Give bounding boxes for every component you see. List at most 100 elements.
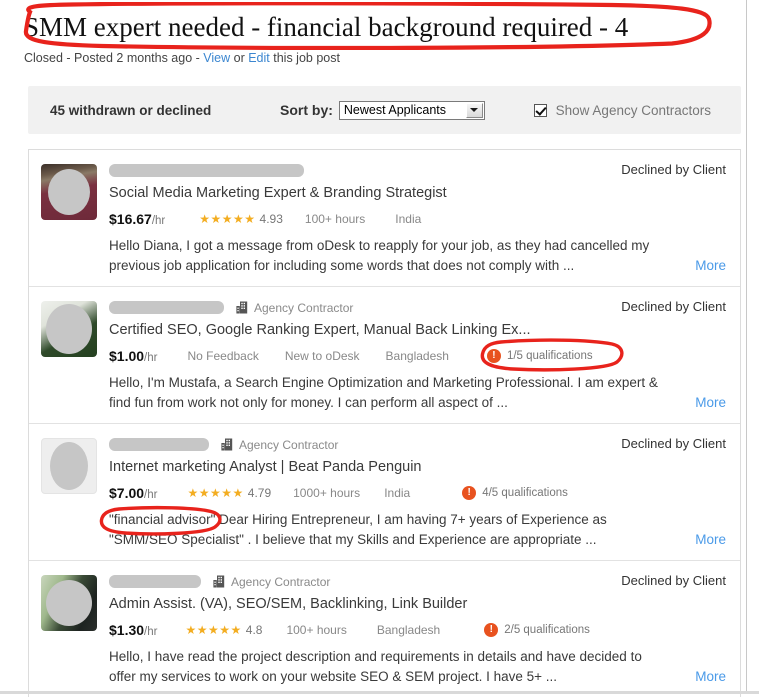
applicant-headline[interactable]: Admin Assist. (VA), SEO/SEM, Backlinking… bbox=[109, 595, 726, 614]
applicant-headline[interactable]: Internet marketing Analyst | Beat Panda … bbox=[109, 458, 726, 477]
country-label: India bbox=[384, 485, 411, 500]
building-icon bbox=[213, 575, 225, 588]
show-agency-label: Show Agency Contractors bbox=[555, 102, 711, 118]
country-label: Bangladesh bbox=[376, 622, 441, 637]
applicant-details: Declined by Client Social Media Marketin… bbox=[109, 162, 726, 276]
rating-score: 4.8 bbox=[245, 622, 263, 637]
view-job-link[interactable]: View bbox=[203, 51, 230, 65]
hourly-rate: $16.67/hr bbox=[109, 210, 166, 227]
avatar[interactable] bbox=[41, 438, 97, 494]
feedback-label: No Feedback bbox=[187, 348, 259, 363]
applicant-name-redacted bbox=[109, 301, 224, 314]
applicant-headline[interactable]: Certified SEO, Google Ranking Expert, Ma… bbox=[109, 321, 726, 340]
show-agency-checkbox[interactable] bbox=[533, 103, 547, 117]
alert-icon: ! bbox=[462, 485, 477, 500]
sep-1: - bbox=[62, 51, 75, 65]
alert-icon: ! bbox=[484, 622, 499, 637]
applicant-card[interactable]: Declined by Client Social Media Marketin… bbox=[29, 150, 740, 287]
agency-contractor-label: Agency Contractor bbox=[231, 574, 331, 589]
hours-worked: New to oDesk bbox=[284, 348, 360, 363]
cover-letter-text: Hello, I have read the project descripti… bbox=[109, 647, 726, 687]
applicant-details: Agency Contractor Declined by Client Adm… bbox=[109, 573, 726, 687]
applicant-list: Declined by Client Social Media Marketin… bbox=[28, 149, 741, 697]
applicant-meta-row: $16.67/hr ★★★★★ 4.93 100+ hours India bbox=[109, 210, 726, 227]
job-status: Closed bbox=[24, 51, 63, 65]
or-text: or bbox=[230, 51, 249, 65]
agency-contractor-badge: Agency Contractor bbox=[221, 438, 338, 452]
more-link[interactable]: More bbox=[695, 667, 726, 687]
hours-worked: 1000+ hours bbox=[293, 485, 361, 500]
country-label: Bangladesh bbox=[385, 348, 449, 363]
applicant-details: Agency Contractor Declined by Client Int… bbox=[99, 436, 726, 550]
agency-contractor-badge: Agency Contractor bbox=[236, 301, 353, 315]
page-title: SMM expert needed - financial background… bbox=[24, 12, 629, 42]
applicant-name-redacted bbox=[109, 164, 304, 177]
applicant-meta-row: $7.00/hr ★★★★★ 4.79 1000+ hours India ! … bbox=[109, 484, 726, 501]
hours-worked: 100+ hours bbox=[286, 622, 347, 637]
avatar[interactable] bbox=[41, 575, 97, 631]
sep-2: - bbox=[192, 51, 204, 65]
hourly-rate: $7.00/hr bbox=[109, 484, 158, 501]
status-badge: Declined by Client bbox=[621, 299, 726, 314]
qualifications-badge: ! 2/5 qualifications bbox=[484, 622, 590, 637]
avatar[interactable] bbox=[41, 164, 97, 220]
applicant-details: Agency Contractor Declined by Client Cer… bbox=[109, 299, 726, 413]
posted-date: Posted 2 months ago bbox=[74, 51, 193, 65]
rating-score: 4.79 bbox=[247, 485, 272, 500]
applicant-name-redacted bbox=[109, 575, 201, 588]
applicants-toolbar: 45 withdrawn or declined Sort by: Newest… bbox=[28, 86, 741, 134]
qualifications-label: 1/5 qualifications bbox=[506, 349, 593, 362]
sort-by-label: Sort by: bbox=[280, 102, 333, 118]
status-badge: Declined by Client bbox=[621, 436, 726, 451]
star-rating-icon: ★★★★★ bbox=[199, 211, 256, 226]
job-status-line: Closed - Posted 2 months ago - View or E… bbox=[24, 50, 759, 66]
more-link[interactable]: More bbox=[695, 530, 726, 550]
star-rating-icon: ★★★★★ bbox=[187, 485, 244, 500]
applicant-meta-row: $1.00/hr No Feedback New to oDesk Bangla… bbox=[109, 338, 726, 372]
chevron-down-icon[interactable] bbox=[465, 102, 483, 118]
avatar-redaction-overlay bbox=[50, 442, 88, 490]
agency-contractor-label: Agency Contractor bbox=[254, 300, 354, 315]
sort-select[interactable]: Newest Applicants bbox=[338, 100, 485, 120]
alert-icon: ! bbox=[486, 348, 501, 363]
page-header: SMM expert needed - financial background… bbox=[0, 0, 759, 66]
qualifications-label: 2/5 qualifications bbox=[504, 623, 590, 636]
trailing-text: this job post bbox=[269, 51, 340, 65]
qualifications-badge: ! 4/5 qualifications bbox=[462, 485, 568, 500]
agency-contractor-badge: Agency Contractor bbox=[213, 575, 330, 589]
status-badge: Declined by Client bbox=[621, 162, 726, 177]
country-label: India bbox=[395, 211, 422, 226]
star-rating-icon: ★★★★★ bbox=[185, 622, 242, 637]
cover-letter-text: "financial advisor" Dear Hiring Entrepre… bbox=[99, 505, 726, 550]
status-badge: Declined by Client bbox=[621, 573, 726, 588]
qualifications-badge: ! 1/5 qualifications bbox=[486, 348, 593, 363]
avatar[interactable] bbox=[41, 301, 97, 357]
applicant-card[interactable]: Agency Contractor Declined by Client Adm… bbox=[29, 561, 740, 697]
avatar-redaction-overlay bbox=[46, 580, 92, 626]
building-icon bbox=[236, 301, 248, 314]
sort-select-value: Newest Applicants bbox=[343, 103, 447, 117]
building-icon bbox=[221, 438, 233, 451]
hours-worked: 100+ hours bbox=[304, 211, 366, 226]
cover-letter-highlighted-phrase: "financial advisor" bbox=[109, 512, 216, 527]
show-agency-control[interactable]: Show Agency Contractors bbox=[533, 102, 711, 118]
applicant-card[interactable]: Agency Contractor Declined by Client Cer… bbox=[29, 287, 740, 424]
page-right-border bbox=[746, 0, 747, 694]
applicant-meta-row: $1.30/hr ★★★★★ 4.8 100+ hours Bangladesh… bbox=[109, 621, 726, 638]
withdrawn-count-label: 45 withdrawn or declined bbox=[50, 102, 212, 118]
avatar-redaction-overlay bbox=[48, 169, 90, 215]
cover-letter-text: Hello, I'm Mustafa, a Search Engine Opti… bbox=[109, 373, 726, 413]
edit-job-link[interactable]: Edit bbox=[248, 51, 270, 65]
page-root: SMM expert needed - financial background… bbox=[0, 0, 759, 697]
hourly-rate: $1.30/hr bbox=[109, 621, 158, 638]
avatar-redaction-overlay bbox=[46, 304, 92, 354]
applicant-headline[interactable]: Social Media Marketing Expert & Branding… bbox=[109, 184, 726, 203]
more-link[interactable]: More bbox=[695, 393, 726, 413]
agency-contractor-label: Agency Contractor bbox=[239, 437, 339, 452]
more-link[interactable]: More bbox=[695, 256, 726, 276]
applicant-name-redacted bbox=[109, 438, 209, 451]
rating-score: 4.93 bbox=[259, 211, 283, 226]
hourly-rate: $1.00/hr bbox=[109, 347, 158, 364]
cover-letter-text: Hello Diana, I got a message from oDesk … bbox=[109, 236, 726, 276]
applicant-card[interactable]: Agency Contractor Declined by Client Int… bbox=[29, 424, 740, 561]
